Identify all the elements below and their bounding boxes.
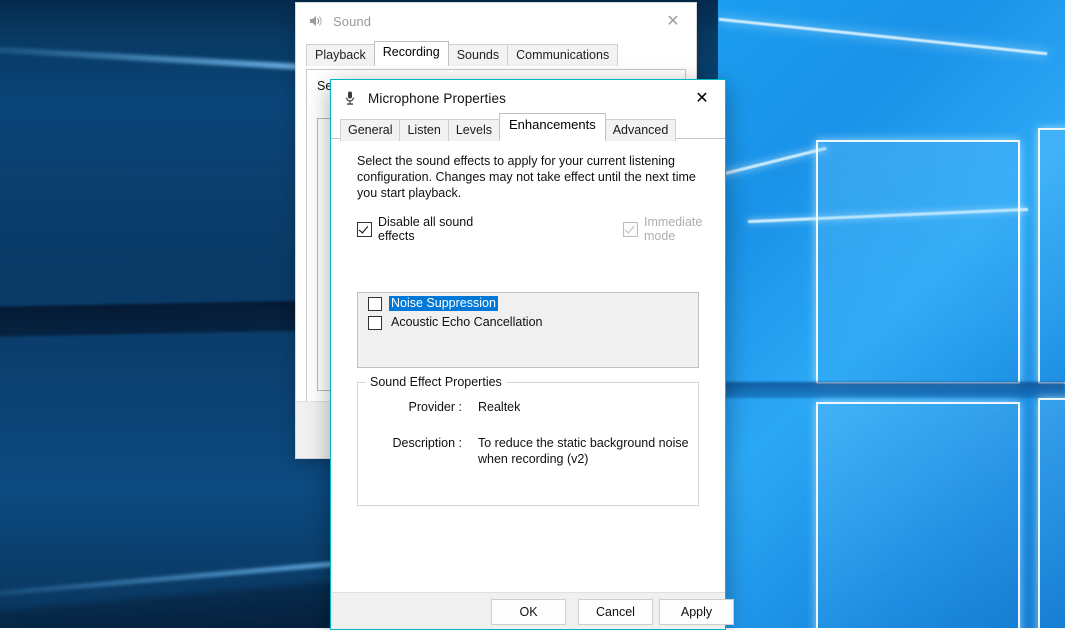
disable-all-sound-effects-checkbox[interactable] [357,222,372,237]
tab-listen[interactable]: Listen [399,119,448,141]
tab-advanced[interactable]: Advanced [605,119,677,141]
close-icon[interactable]: ✕ [679,80,725,114]
tab-playback[interactable]: Playback [306,44,375,66]
disable-all-sound-effects-label: Disable all sound effects [378,215,499,243]
noise-suppression-label: Noise Suppression [389,296,498,311]
sound-tabstrip[interactable]: Playback Recording Sounds Communications [306,43,696,65]
sound-titlebar[interactable]: Sound ✕ [296,3,696,39]
microphone-properties-dialog[interactable]: Microphone Properties ✕ General Listen L… [330,79,726,630]
wallpaper-pane [816,402,1020,628]
enhancements-description: Select the sound effects to apply for yo… [331,139,725,201]
immediate-mode-checkbox [623,222,638,237]
acoustic-echo-cancellation-checkbox[interactable] [368,316,382,330]
wallpaper-dark-band [718,382,1065,398]
sound-effect-properties-group: Sound Effect Properties Provider : Realt… [357,382,699,506]
apply-button: Apply [659,599,734,625]
enhancements-checkbox-row: Disable all sound effects Immediate mode [331,201,725,243]
list-item[interactable]: Noise Suppression [358,295,698,312]
immediate-mode-group: Immediate mode [623,215,725,243]
noise-suppression-checkbox[interactable] [368,297,382,311]
close-icon[interactable]: ✕ [650,3,696,37]
mic-titlebar[interactable]: Microphone Properties ✕ [331,80,725,116]
description-value: To reduce the static background noise wh… [478,435,698,467]
speaker-icon [306,12,324,30]
enhancements-panel: Select the sound effects to apply for yo… [331,138,725,592]
microphone-icon [341,89,359,107]
tab-communications[interactable]: Communications [507,44,618,66]
wallpaper-glow-line [719,18,1048,55]
mic-footer: OK Cancel Apply [331,592,725,629]
description-row: Description : To reduce the static backg… [358,435,698,467]
wallpaper-pane [1038,398,1065,628]
wallpaper-pane [816,140,1020,384]
sound-effects-list[interactable]: Noise Suppression Acoustic Echo Cancella… [357,292,699,368]
mic-tabstrip[interactable]: General Listen Levels Enhancements Advan… [340,116,725,139]
tab-sounds[interactable]: Sounds [448,44,508,66]
cancel-button[interactable]: Cancel [578,599,653,625]
provider-value: Realtek [478,399,520,415]
mic-title: Microphone Properties [368,91,506,106]
group-legend: Sound Effect Properties [366,375,506,389]
ok-button[interactable]: OK [491,599,566,625]
tab-general[interactable]: General [340,119,400,141]
tab-recording[interactable]: Recording [374,41,449,65]
sound-title: Sound [333,14,371,29]
description-key: Description : [358,435,462,467]
wallpaper-glow-line [719,147,826,177]
wallpaper-window-logo [718,0,1065,628]
tab-enhancements[interactable]: Enhancements [499,113,606,139]
wallpaper-pane [1038,128,1065,384]
immediate-mode-label: Immediate mode [644,215,725,243]
provider-key: Provider : [358,399,462,415]
acoustic-echo-cancellation-label: Acoustic Echo Cancellation [389,315,544,330]
list-item[interactable]: Acoustic Echo Cancellation [358,314,698,331]
provider-row: Provider : Realtek [358,399,698,415]
tab-levels[interactable]: Levels [448,119,500,141]
